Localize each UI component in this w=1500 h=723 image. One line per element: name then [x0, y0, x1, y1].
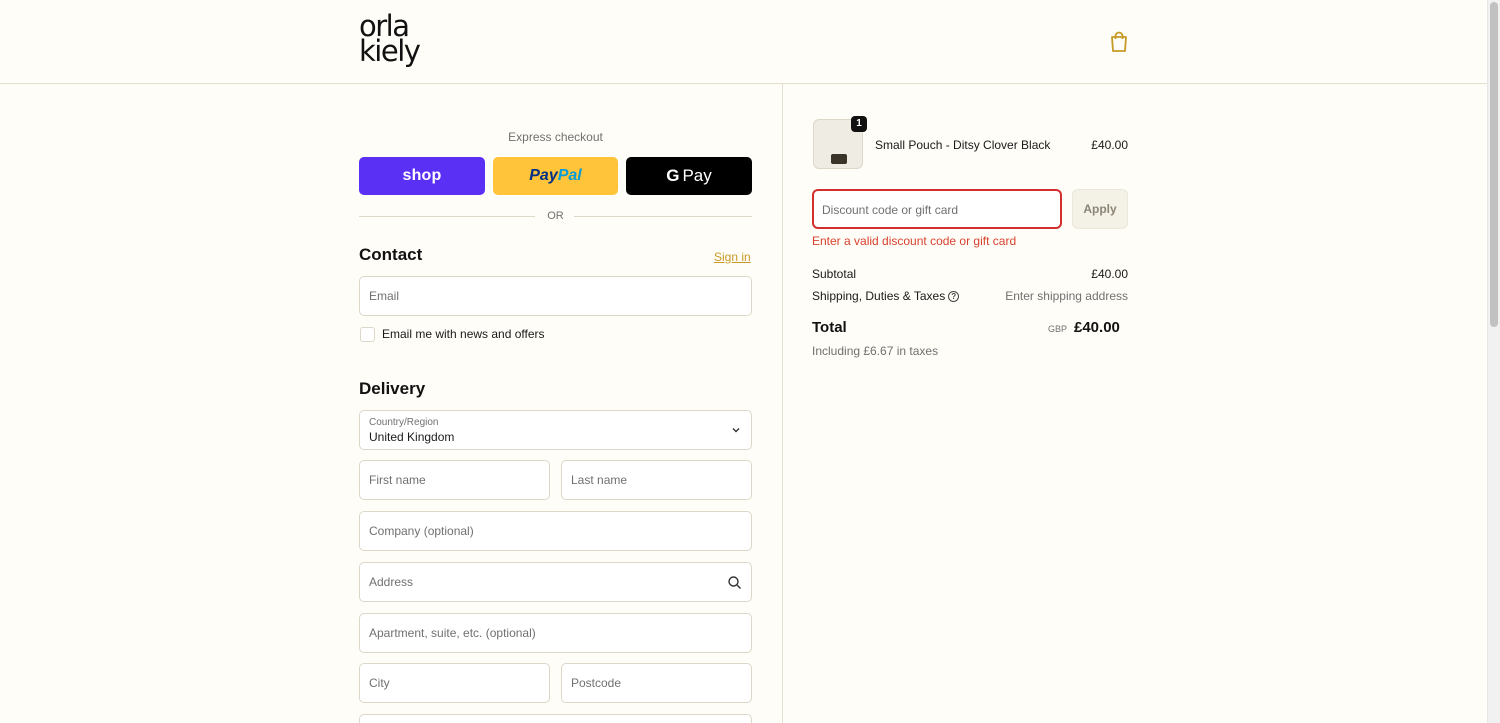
last-name-placeholder: Last name: [571, 473, 628, 487]
discount-placeholder: Discount code or gift card: [822, 203, 959, 217]
apply-discount-button[interactable]: Apply: [1072, 189, 1128, 229]
shopping-bag-icon[interactable]: [1109, 31, 1129, 53]
google-pay-label: Pay: [682, 166, 712, 185]
paypal-label-part1: Pay: [529, 167, 558, 184]
apartment-field[interactable]: Apartment, suite, etc. (optional): [359, 613, 752, 653]
shop-pay-label: shop: [402, 167, 442, 184]
logo-line-2: kiely: [359, 34, 421, 68]
brand-logo[interactable]: orla kiely: [359, 12, 421, 68]
shipping-value: Enter shipping address: [1005, 289, 1128, 303]
express-checkout-label: Express checkout: [508, 130, 603, 144]
google-g-icon: G: [666, 166, 680, 185]
city-field[interactable]: City: [359, 663, 550, 703]
country-select[interactable]: Country/Region United Kingdom: [359, 410, 752, 450]
total-value: £40.00: [1074, 319, 1120, 336]
or-separator: OR: [359, 209, 752, 223]
shop-pay-button[interactable]: shop: [359, 157, 485, 195]
country-value: United Kingdom: [369, 430, 455, 444]
discount-error-message: Enter a valid discount code or gift card: [812, 234, 1017, 248]
column-divider: [782, 84, 783, 723]
address-field[interactable]: Address: [359, 562, 752, 602]
first-name-field[interactable]: First name: [359, 460, 550, 500]
chevron-down-icon: [732, 428, 740, 433]
delivery-title: Delivery: [359, 379, 426, 398]
discount-code-input[interactable]: Discount code or gift card: [812, 189, 1062, 229]
product-name: Small Pouch - Ditsy Clover Black: [875, 138, 1051, 152]
subtotal-label: Subtotal: [812, 267, 857, 281]
product-price: £40.00: [1091, 138, 1128, 152]
postcode-placeholder: Postcode: [571, 676, 622, 690]
or-text: OR: [547, 210, 564, 222]
shipping-row: Shipping, Duties & Taxes?: [812, 289, 960, 303]
help-icon[interactable]: ?: [948, 291, 960, 303]
google-pay-button[interactable]: G Pay: [626, 157, 752, 195]
next-field[interactable]: [359, 714, 752, 723]
last-name-field[interactable]: Last name: [561, 460, 752, 500]
email-field[interactable]: Email: [359, 276, 752, 316]
city-placeholder: City: [369, 676, 390, 690]
sign-in-link[interactable]: Sign in: [714, 250, 751, 264]
paypal-label-part2: Pal: [557, 167, 582, 184]
apartment-placeholder: Apartment, suite, etc. (optional): [369, 626, 536, 640]
quantity-badge: 1: [851, 116, 867, 132]
page-scrollbar[interactable]: [1487, 0, 1500, 723]
newsletter-label: Email me with news and offers: [382, 327, 545, 341]
country-label: Country/Region: [369, 417, 439, 428]
email-placeholder: Email: [369, 289, 400, 303]
company-placeholder: Company (optional): [369, 524, 474, 538]
subtotal-value: £40.00: [1091, 267, 1128, 281]
scrollbar-thumb[interactable]: [1490, 2, 1498, 327]
newsletter-checkbox[interactable]: [360, 327, 375, 342]
search-icon: [728, 576, 741, 589]
postcode-field[interactable]: Postcode: [561, 663, 752, 703]
shipping-label: Shipping, Duties & Taxes: [812, 289, 946, 303]
site-header: orla kiely: [0, 0, 1487, 84]
taxes-note: Including £6.67 in taxes: [812, 344, 939, 358]
paypal-button[interactable]: Pay Pal: [493, 157, 618, 195]
product-image: [831, 154, 847, 164]
address-placeholder: Address: [369, 575, 414, 589]
contact-title: Contact: [359, 245, 423, 264]
company-field[interactable]: Company (optional): [359, 511, 752, 551]
first-name-placeholder: First name: [369, 473, 426, 487]
total-label: Total: [812, 319, 847, 336]
total-currency: GBP: [1048, 324, 1068, 334]
